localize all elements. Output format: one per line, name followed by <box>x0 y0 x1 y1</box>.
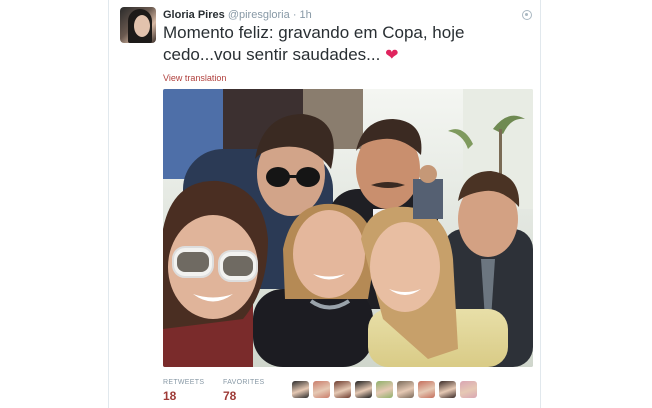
tweet-header: Gloria Pires @piresgloria · 1h <box>163 9 312 22</box>
favoriter-avatar[interactable] <box>439 381 456 398</box>
tweet-card: Gloria Pires @piresgloria · 1h Momento f… <box>108 0 541 408</box>
heart-emoji-icon: ❤ <box>385 47 399 64</box>
retweets-count: 18 <box>163 389 177 403</box>
retweets-label: RETWEETS <box>163 379 205 386</box>
author-avatar[interactable] <box>120 7 156 43</box>
favorites-count: 78 <box>223 389 237 403</box>
tweet-photo[interactable] <box>163 89 533 367</box>
favorites-label: FAVORITES <box>223 379 265 386</box>
author-name[interactable]: Gloria Pires <box>163 9 225 21</box>
favoriter-avatar[interactable] <box>313 381 330 398</box>
header-separator: · <box>292 9 297 21</box>
view-translation-link[interactable]: View translation <box>163 73 226 83</box>
favoriter-avatar[interactable] <box>418 381 435 398</box>
favoriter-avatar[interactable] <box>460 381 477 398</box>
avatar-face <box>134 15 150 37</box>
author-handle[interactable]: @piresgloria <box>228 9 290 21</box>
favorites-stat[interactable]: FAVORITES 78 <box>223 379 264 403</box>
favoriter-avatar[interactable] <box>292 381 309 398</box>
follow-icon[interactable] <box>522 10 532 20</box>
favoriter-avatar[interactable] <box>355 381 372 398</box>
tweet-timestamp[interactable]: 1h <box>300 9 312 21</box>
favoriter-avatar[interactable] <box>376 381 393 398</box>
favoriter-avatar[interactable] <box>397 381 414 398</box>
retweets-stat[interactable]: RETWEETS 18 <box>163 379 204 403</box>
tweet-text: Momento feliz: gravando em Copa, hoje ce… <box>163 22 523 67</box>
tweet-text-body: Momento feliz: gravando em Copa, hoje ce… <box>163 23 465 64</box>
selfie-photo-image <box>163 89 533 367</box>
favoriter-avatar[interactable] <box>334 381 351 398</box>
